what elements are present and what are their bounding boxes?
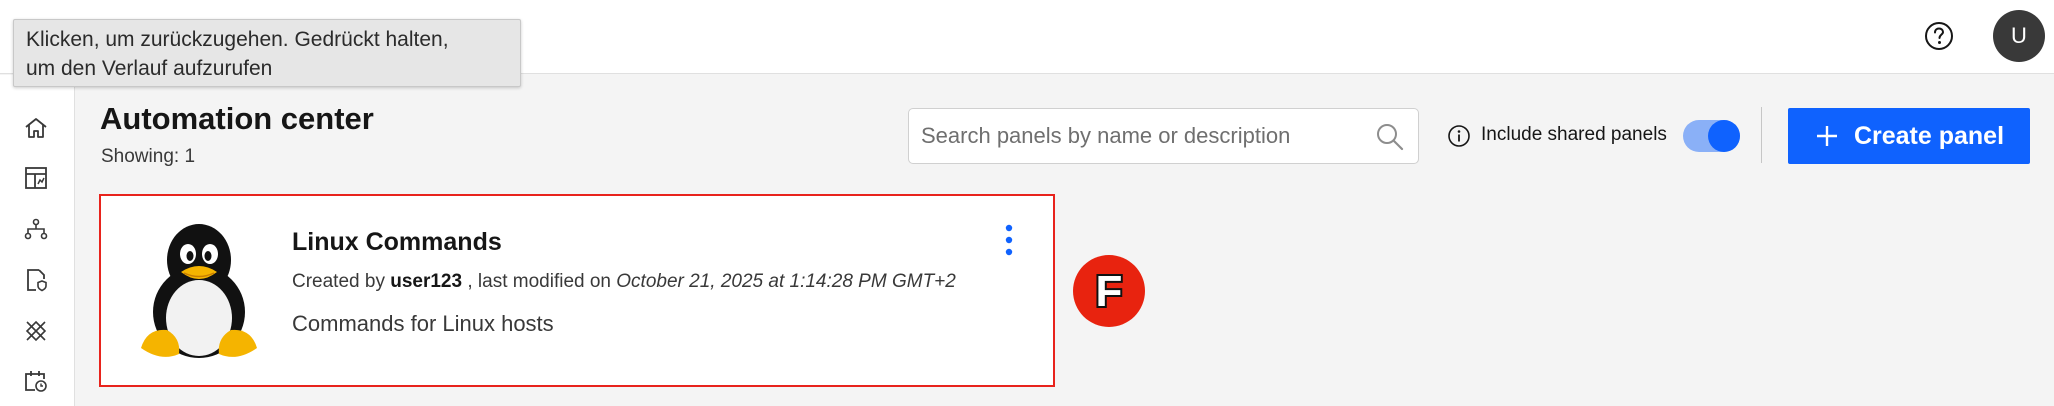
document-shield-icon	[27, 269, 47, 292]
created-by-text: Created by	[292, 271, 385, 292]
create-panel-button[interactable]: Create panel	[1788, 108, 2030, 164]
automation-icon	[25, 320, 47, 342]
create-panel-label: Create panel	[1853, 121, 2005, 150]
search-input[interactable]	[921, 109, 1361, 163]
home-icon	[25, 118, 47, 138]
sidebar-item-automation[interactable]	[19, 314, 53, 348]
tooltip-line-1: Klicken, um zurückzugehen. Gedrückt halt…	[26, 28, 449, 51]
toggle-knob	[1708, 120, 1740, 152]
overflow-menu-icon[interactable]	[997, 222, 1021, 262]
avatar-initial: U	[2011, 23, 2027, 48]
workflow-icon	[24, 218, 48, 240]
sidebar-item-schedules[interactable]	[19, 364, 53, 398]
question-circle-icon	[1925, 22, 1953, 50]
result-count: Showing: 1	[101, 146, 196, 167]
card-date: October 21, 2025 at 1:14:28 PM GMT+2	[616, 271, 956, 292]
badge-letter: F	[1094, 266, 1125, 316]
search-icon[interactable]	[1374, 121, 1406, 153]
annotation-badge: F	[1073, 255, 1145, 327]
calendar-clock-icon	[25, 371, 47, 392]
search-box	[908, 108, 1419, 164]
sidebar-item-dashboard[interactable]	[19, 161, 53, 195]
shared-panels-toggle[interactable]	[1683, 120, 1740, 152]
shared-panels-label: Include shared panels	[1481, 124, 1667, 145]
avatar[interactable]: U	[1993, 10, 2045, 62]
sidebar-item-workflows[interactable]	[19, 212, 53, 246]
card-description: Commands for Linux hosts	[292, 311, 554, 336]
help-button[interactable]	[1923, 20, 1955, 52]
svg-text:F: F	[1096, 267, 1123, 316]
sidebar	[0, 75, 75, 406]
card-meta: Created by user123 , last modified on Oc…	[292, 271, 956, 293]
dashboard-icon	[25, 167, 47, 189]
panel-card[interactable]: Linux Commands Created by user123 , last…	[99, 194, 1055, 387]
card-author: user123	[390, 271, 463, 292]
sidebar-item-home[interactable]	[19, 111, 53, 145]
plus-icon	[1816, 126, 1837, 146]
modified-text: , last modified on	[467, 271, 611, 292]
card-title[interactable]: Linux Commands	[292, 228, 502, 257]
tooltip-line-2: um den Verlauf aufzurufen	[26, 57, 273, 80]
sidebar-item-policies[interactable]	[19, 263, 53, 297]
page-title: Automation center	[100, 101, 374, 136]
back-button-tooltip: Klicken, um zurückzugehen. Gedrückt halt…	[13, 19, 521, 87]
info-icon[interactable]	[1447, 124, 1471, 148]
divider	[1761, 107, 1762, 163]
linux-tux-logo	[141, 224, 257, 358]
